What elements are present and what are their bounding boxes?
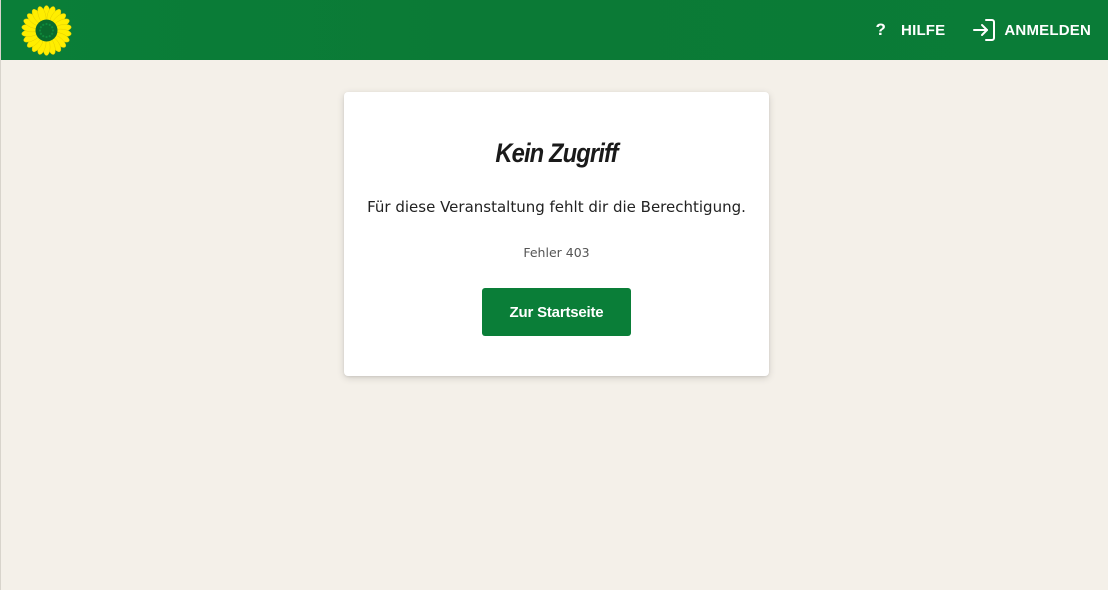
- top-navigation-bar: ? HILFE ANMELDEN: [1, 0, 1108, 60]
- error-code: Fehler 403: [523, 245, 590, 260]
- page-title: Kein Zugriff: [495, 138, 618, 168]
- access-denied-card: Kein Zugriff Für diese Veranstaltung feh…: [344, 92, 769, 376]
- sunflower-logo-icon[interactable]: [21, 5, 72, 56]
- home-button[interactable]: Zur Startseite: [482, 288, 631, 336]
- help-link[interactable]: ? HILFE: [875, 20, 945, 40]
- sign-in-arrow-icon: [973, 19, 996, 41]
- login-link[interactable]: ANMELDEN: [972, 18, 1091, 42]
- help-label: HILFE: [901, 21, 946, 39]
- error-message: Für diese Veranstaltung fehlt dir die Be…: [367, 198, 746, 216]
- header-nav: ? HILFE ANMELDEN: [875, 0, 1091, 60]
- login-label: ANMELDEN: [1004, 21, 1091, 39]
- question-mark-icon: ?: [875, 20, 887, 39]
